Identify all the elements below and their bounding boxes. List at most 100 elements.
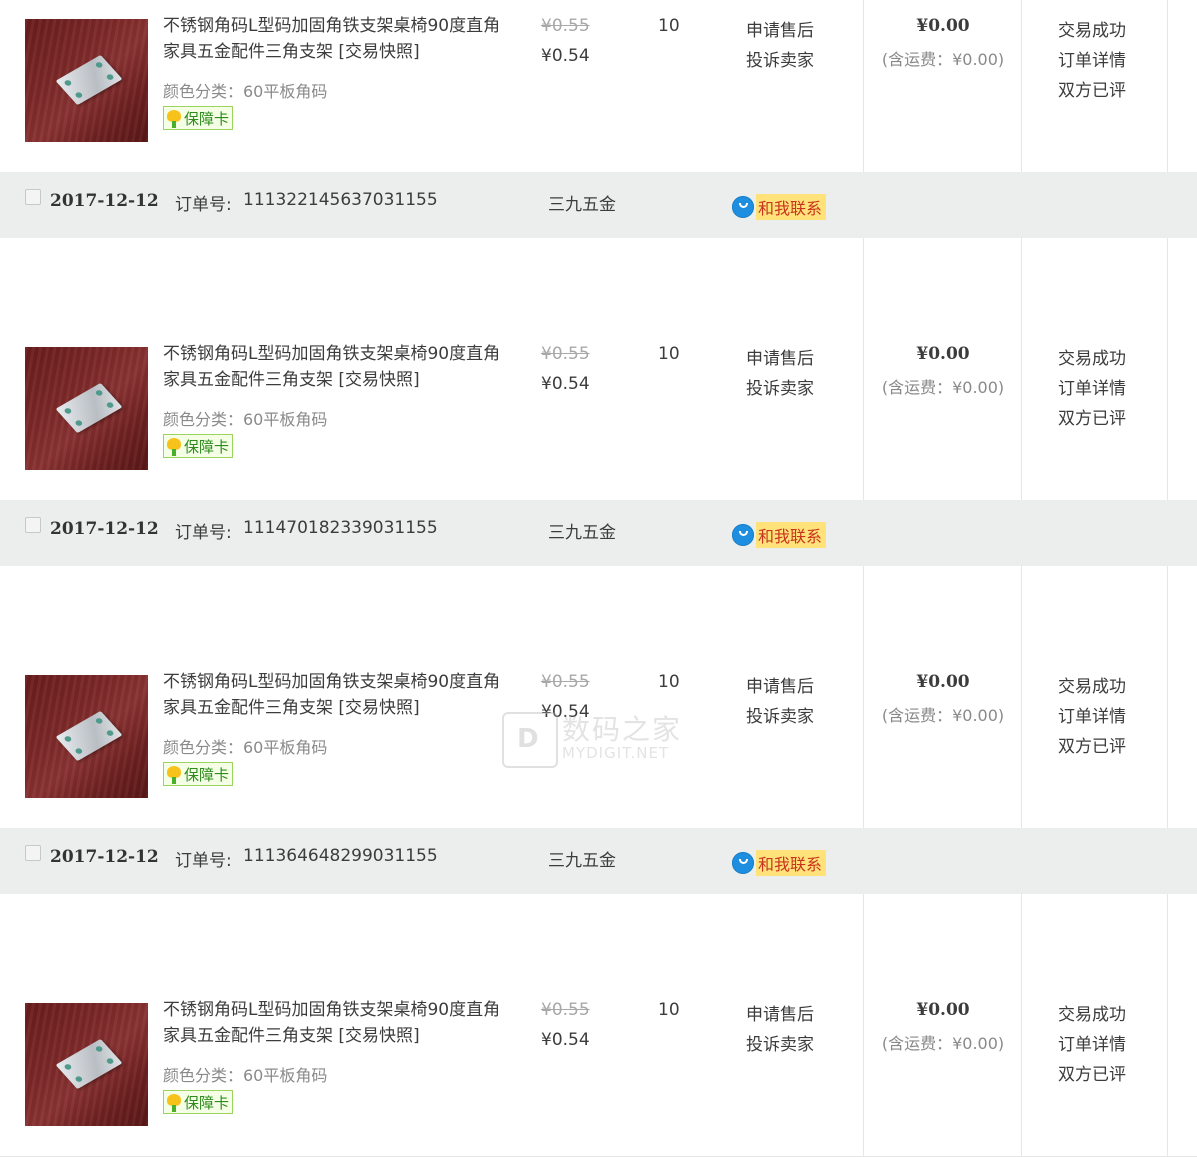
order-select-checkbox[interactable] <box>25 189 41 205</box>
quantity: 10 <box>658 672 680 692</box>
product-variant: 颜色分类：60平板角码 <box>163 82 328 101</box>
shipping-fee: (含运费：¥0.00) <box>881 50 1005 69</box>
shipping-fee: (含运费：¥0.00) <box>881 378 1005 397</box>
column-divider <box>1021 894 1022 1156</box>
column-divider <box>863 566 864 828</box>
flower-icon <box>164 1092 184 1112</box>
column-divider <box>1167 0 1168 172</box>
plate-hole <box>63 79 73 87</box>
contact-seller-button[interactable]: 和我联系 <box>732 522 827 548</box>
contact-seller-button[interactable]: 和我联系 <box>732 850 827 876</box>
watermark-en: MYDIGIT.NET <box>562 744 670 762</box>
original-price: ¥0.55 <box>541 1000 590 1020</box>
product-thumbnail[interactable] <box>25 1003 148 1126</box>
contact-seller-button[interactable]: 和我联系 <box>732 194 827 220</box>
product-variant: 颜色分类：60平板角码 <box>163 410 328 429</box>
plate-hole <box>94 717 104 725</box>
plate-hole <box>74 419 84 427</box>
flower-icon <box>164 764 184 784</box>
watermark-logo-icon <box>502 712 558 768</box>
review-status-link[interactable]: 双方已评 <box>1058 1060 1126 1085</box>
order-details-link[interactable]: 订单详情 <box>1058 374 1126 399</box>
current-price: ¥0.54 <box>541 46 590 66</box>
column-divider <box>1021 238 1022 500</box>
complain-seller-link[interactable]: 投诉卖家 <box>746 1030 814 1055</box>
order-details-link[interactable]: 订单详情 <box>1058 1030 1126 1055</box>
trade-status: 交易成功 <box>1058 677 1126 697</box>
guarantee-card-label: 保障卡 <box>184 765 230 784</box>
plate-hole <box>105 1057 115 1065</box>
product-thumbnail[interactable] <box>25 19 148 142</box>
complain-seller-link[interactable]: 投诉卖家 <box>746 46 814 71</box>
contact-seller-label: 和我联系 <box>756 522 827 548</box>
original-price: ¥0.55 <box>541 344 590 364</box>
guarantee-card-badge[interactable]: 保障卡 <box>163 1090 234 1114</box>
plate-hole <box>94 1045 104 1053</box>
trade-status: 交易成功 <box>1058 21 1126 41</box>
order-item-row: 不锈钢角码L型码加固角铁支架桌椅90度直角家具五金配件三角支架 [交易快照] 颜色… <box>0 0 1197 173</box>
product-variant: 颜色分类：60平板角码 <box>163 738 328 757</box>
request-aftersale-link[interactable]: 申请售后 <box>746 672 814 697</box>
product-title-link[interactable]: 不锈钢角码L型码加固角铁支架桌椅90度直角家具五金配件三角支架 [交易快照] <box>163 341 503 393</box>
guarantee-card-label: 保障卡 <box>184 437 230 456</box>
product-image <box>55 710 123 762</box>
order-number: 111364648299031155 <box>243 846 438 866</box>
order-select-checkbox[interactable] <box>25 517 41 533</box>
shop-name-link[interactable]: 三九五金 <box>548 518 616 543</box>
watermark-cn: 数码之家 <box>562 713 683 746</box>
trade-status: 交易成功 <box>1058 1005 1126 1025</box>
plate-hole <box>63 1063 73 1071</box>
quantity: 10 <box>658 1000 680 1020</box>
order-number: 111322145637031155 <box>243 190 438 210</box>
request-aftersale-link[interactable]: 申请售后 <box>746 1000 814 1025</box>
order-details-link[interactable]: 订单详情 <box>1058 46 1126 71</box>
guarantee-card-badge[interactable]: 保障卡 <box>163 434 234 458</box>
order-item-row: 不锈钢角码L型码加固角铁支架桌椅90度直角家具五金配件三角支架 [交易快照] 颜色… <box>0 894 1197 1157</box>
product-thumbnail[interactable] <box>25 347 148 470</box>
original-price: ¥0.55 <box>541 16 590 36</box>
guarantee-card-badge[interactable]: 保障卡 <box>163 106 234 130</box>
flower-icon <box>164 436 184 456</box>
review-status-link[interactable]: 双方已评 <box>1058 404 1126 429</box>
plate-hole <box>74 747 84 755</box>
plate-hole <box>105 729 115 737</box>
order-item-row: 不锈钢角码L型码加固角铁支架桌椅90度直角家具五金配件三角支架 [交易快照] 颜色… <box>0 566 1197 829</box>
order-details-link[interactable]: 订单详情 <box>1058 702 1126 727</box>
plate-hole <box>74 91 84 99</box>
request-aftersale-link[interactable]: 申请售后 <box>746 344 814 369</box>
order-date: 2017-12-12 <box>50 847 159 867</box>
shop-name-link[interactable]: 三九五金 <box>548 190 616 215</box>
guarantee-card-label: 保障卡 <box>184 109 230 128</box>
plate-hole <box>94 61 104 69</box>
order-date: 2017-12-12 <box>50 519 159 539</box>
current-price: ¥0.54 <box>541 1030 590 1050</box>
order-number-label: 订单号: <box>175 195 232 215</box>
complain-seller-link[interactable]: 投诉卖家 <box>746 374 814 399</box>
order-number: 111470182339031155 <box>243 518 438 538</box>
plate-hole <box>105 401 115 409</box>
column-divider <box>1167 566 1168 828</box>
order-total: ¥0.00 <box>916 1000 970 1020</box>
product-title-link[interactable]: 不锈钢角码L型码加固角铁支架桌椅90度直角家具五金配件三角支架 [交易快照] <box>163 13 503 65</box>
guarantee-card-label: 保障卡 <box>184 1093 230 1112</box>
product-title-link[interactable]: 不锈钢角码L型码加固角铁支架桌椅90度直角家具五金配件三角支架 [交易快照] <box>163 997 503 1049</box>
chat-bubble-icon <box>732 852 754 874</box>
contact-seller-label: 和我联系 <box>756 850 827 876</box>
order-number-label: 订单号: <box>175 523 232 543</box>
plate-hole <box>74 1075 84 1083</box>
order-date: 2017-12-12 <box>50 191 159 211</box>
plate-hole <box>63 735 73 743</box>
contact-seller-label: 和我联系 <box>756 194 827 220</box>
plate-hole <box>94 389 104 397</box>
product-thumbnail[interactable] <box>25 675 148 798</box>
product-title-link[interactable]: 不锈钢角码L型码加固角铁支架桌椅90度直角家具五金配件三角支架 [交易快照] <box>163 669 503 721</box>
guarantee-card-badge[interactable]: 保障卡 <box>163 762 234 786</box>
complain-seller-link[interactable]: 投诉卖家 <box>746 702 814 727</box>
product-image <box>55 1038 123 1090</box>
request-aftersale-link[interactable]: 申请售后 <box>746 16 814 41</box>
shipping-fee: (含运费：¥0.00) <box>881 706 1005 725</box>
review-status-link[interactable]: 双方已评 <box>1058 76 1126 101</box>
column-divider <box>1167 238 1168 500</box>
trade-status: 交易成功 <box>1058 349 1126 369</box>
review-status-link[interactable]: 双方已评 <box>1058 732 1126 757</box>
